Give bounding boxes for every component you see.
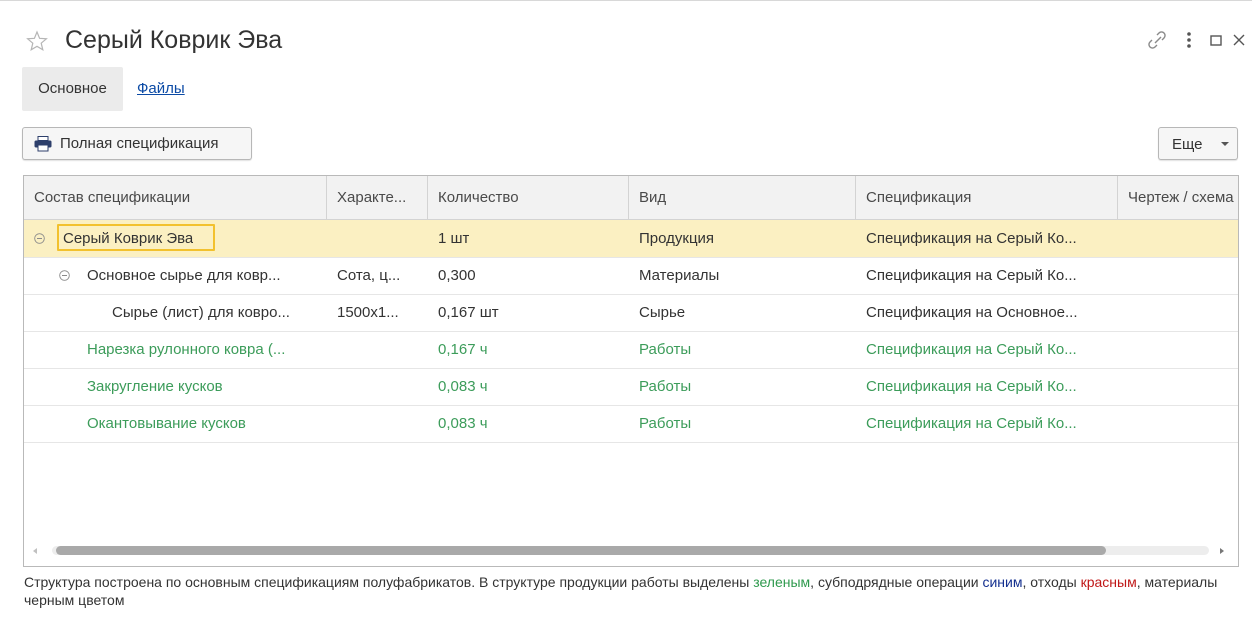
cell-kind[interactable]: Работы xyxy=(639,405,691,442)
cell-characteristic[interactable]: 1500x1... xyxy=(337,294,399,331)
table-row[interactable]: Серый Коврик Эва 1 шт Продукция Специфик… xyxy=(24,220,1238,258)
more-label: Еще xyxy=(1172,136,1203,153)
cell-quantity[interactable]: 0,083 ч xyxy=(438,405,488,442)
col-header-quantity[interactable]: Количество xyxy=(428,176,629,219)
cell-specification[interactable]: Спецификация на Серый Ко... xyxy=(866,405,1077,442)
cell-composition[interactable]: Нарезка рулонного ковра (... xyxy=(87,331,285,368)
close-icon[interactable] xyxy=(1228,28,1250,52)
cell-specification[interactable]: Спецификация на Серый Ко... xyxy=(866,257,1077,294)
cell-composition[interactable]: Серый Коврик Эва xyxy=(63,220,193,257)
note-green-word: зеленым xyxy=(753,574,811,590)
page-title: Серый Коврик Эва xyxy=(65,26,283,54)
cell-specification[interactable]: Спецификация на Серый Ко... xyxy=(866,220,1077,257)
cell-quantity[interactable]: 1 шт xyxy=(438,220,469,257)
chevron-down-icon xyxy=(1221,142,1229,146)
more-vert-icon[interactable] xyxy=(1178,28,1200,52)
collapse-icon[interactable] xyxy=(34,233,45,244)
cell-specification[interactable]: Спецификация на Основное... xyxy=(866,294,1078,331)
window-header: Серый Коврик Эва xyxy=(0,18,1252,68)
cell-characteristic[interactable] xyxy=(337,220,422,257)
cell-composition[interactable]: Сырье (лист) для ковро... xyxy=(112,294,290,331)
link-icon[interactable] xyxy=(1146,28,1168,52)
more-button[interactable]: Еще xyxy=(1158,127,1238,160)
scroll-left-icon[interactable] xyxy=(33,548,37,554)
table-header: Состав спецификации Характе... Количеств… xyxy=(24,176,1238,220)
scroll-thumb[interactable] xyxy=(56,546,1106,555)
cell-characteristic[interactable]: Сота, ц... xyxy=(337,257,400,294)
cell-composition[interactable]: Закругление кусков xyxy=(87,368,223,405)
note-text-2: , субподрядные операции xyxy=(810,574,983,590)
printer-icon xyxy=(34,136,52,152)
table-row[interactable]: Сырье (лист) для ковро... 1500x1... 0,16… xyxy=(24,294,1238,332)
star-icon[interactable] xyxy=(26,30,48,52)
note-blue-word: синим xyxy=(982,574,1023,590)
col-header-composition[interactable]: Состав спецификации xyxy=(24,176,327,219)
note-text-1: Структура построена по основным специфик… xyxy=(24,574,754,590)
cell-quantity[interactable]: 0,300 xyxy=(438,257,476,294)
horizontal-scrollbar[interactable] xyxy=(24,539,1238,565)
table-row[interactable]: Закругление кусков 0,083 ч Работы Специф… xyxy=(24,368,1238,406)
col-header-drawing[interactable]: Чертеж / схема xyxy=(1118,176,1238,219)
cell-quantity[interactable]: 0,167 ч xyxy=(438,331,488,368)
note-text-3: , отходы xyxy=(1022,574,1081,590)
window-top-border xyxy=(0,0,1252,1)
scroll-right-icon[interactable] xyxy=(1220,548,1224,554)
col-header-kind[interactable]: Вид xyxy=(629,176,856,219)
note-red-word: красным xyxy=(1080,574,1137,590)
cell-specification[interactable]: Спецификация на Серый Ко... xyxy=(866,331,1077,368)
full-spec-button[interactable]: Полная спецификация xyxy=(22,127,252,160)
cell-specification[interactable]: Спецификация на Серый Ко... xyxy=(866,368,1077,405)
cell-quantity[interactable]: 0,083 ч xyxy=(438,368,488,405)
cell-kind[interactable]: Работы xyxy=(639,368,691,405)
tab-main[interactable]: Основное xyxy=(22,67,123,111)
cell-composition[interactable]: Окантовывание кусков xyxy=(87,405,246,442)
spec-table[interactable]: Состав спецификации Характе... Количеств… xyxy=(23,175,1239,567)
table-row[interactable]: Основное сырье для ковр... Сота, ц... 0,… xyxy=(24,257,1238,295)
cell-composition[interactable]: Основное сырье для ковр... xyxy=(87,257,281,294)
cell-kind[interactable]: Продукция xyxy=(639,220,714,257)
collapse-icon[interactable] xyxy=(59,270,70,281)
col-header-characteristic[interactable]: Характе... xyxy=(327,176,428,219)
cell-kind[interactable]: Материалы xyxy=(639,257,719,294)
cell-kind[interactable]: Сырье xyxy=(639,294,685,331)
col-header-specification[interactable]: Спецификация xyxy=(856,176,1118,219)
tab-files[interactable]: Файлы xyxy=(137,67,185,111)
maximize-icon[interactable] xyxy=(1205,28,1227,52)
legend-note: Структура построена по основным специфик… xyxy=(24,573,1239,609)
cell-quantity[interactable]: 0,167 шт xyxy=(438,294,499,331)
table-row[interactable]: Окантовывание кусков 0,083 ч Работы Спец… xyxy=(24,405,1238,443)
full-spec-label: Полная спецификация xyxy=(60,135,219,152)
cell-kind[interactable]: Работы xyxy=(639,331,691,368)
table-row[interactable]: Нарезка рулонного ковра (... 0,167 ч Раб… xyxy=(24,331,1238,369)
